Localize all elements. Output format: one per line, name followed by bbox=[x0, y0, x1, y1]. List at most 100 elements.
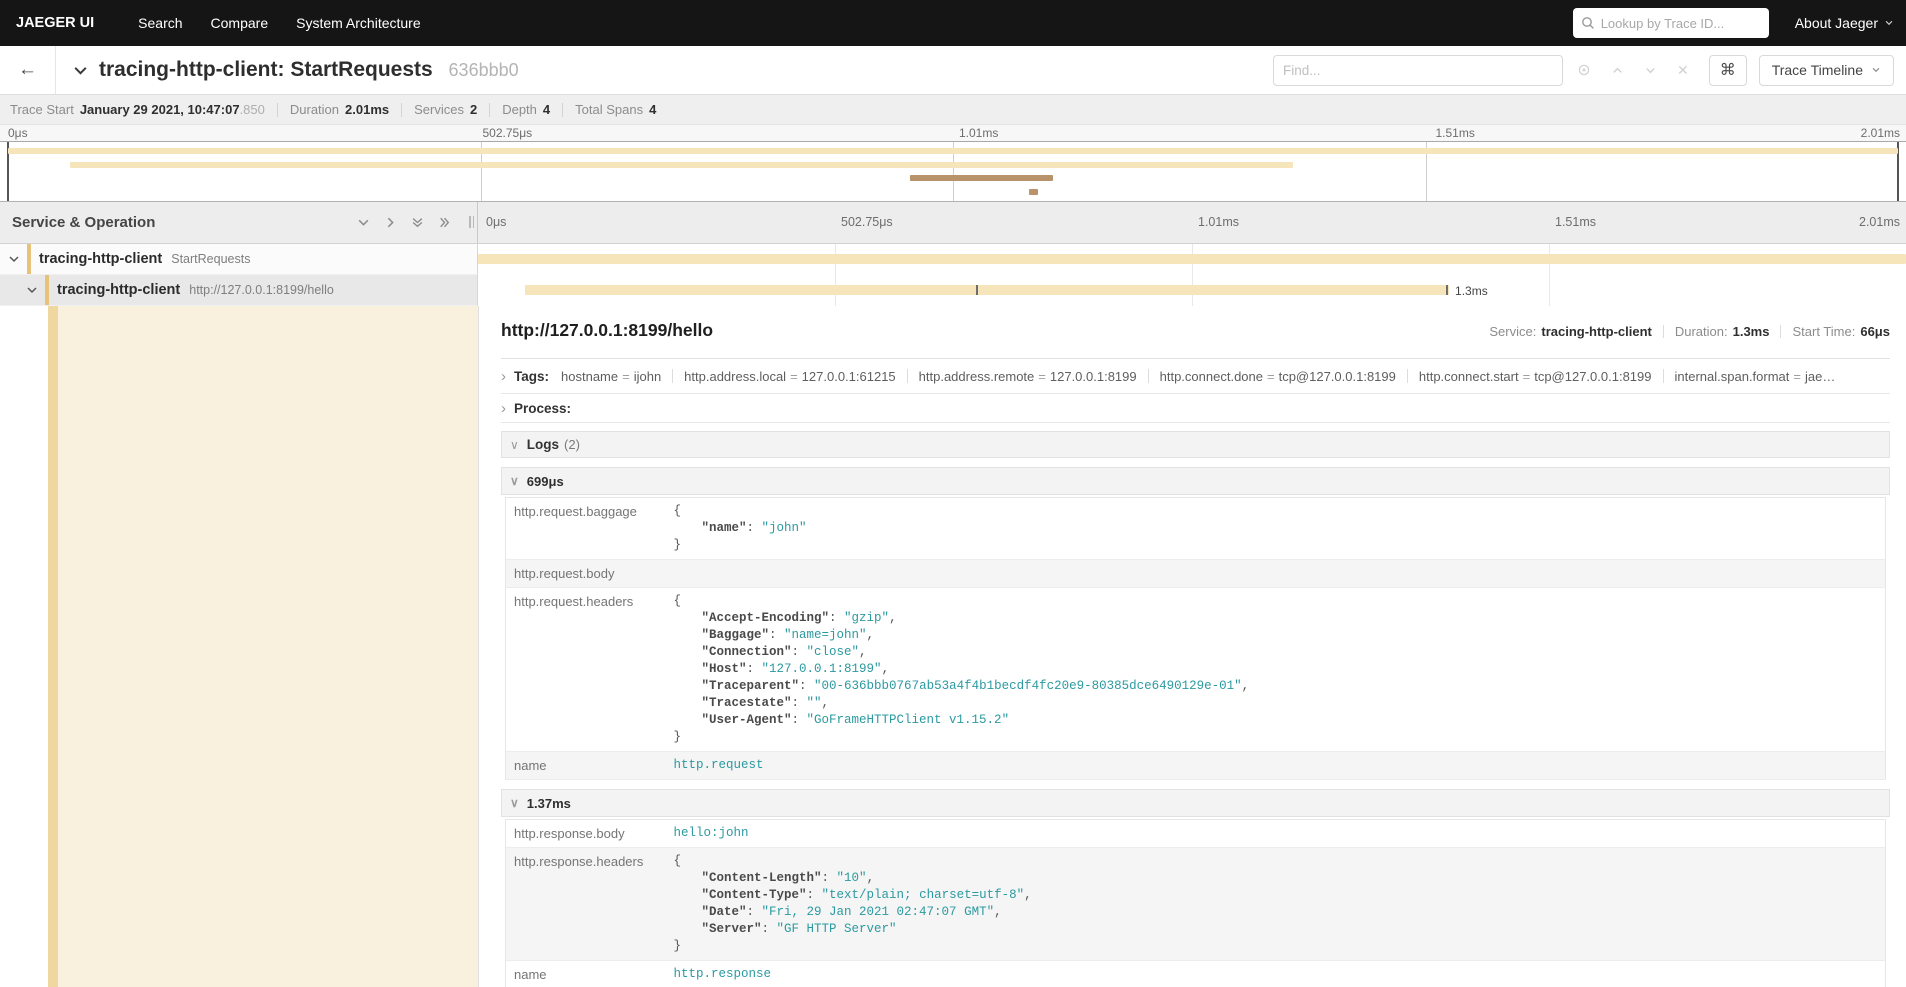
divider bbox=[1663, 369, 1664, 383]
find-input[interactable] bbox=[1283, 63, 1553, 78]
log-timestamp: 1.37ms bbox=[527, 796, 571, 811]
table-row: http.response.bodyhello:john bbox=[506, 820, 1886, 848]
divider bbox=[1407, 369, 1408, 383]
timeline-gridline bbox=[1549, 275, 1550, 306]
span-service-name: tracing-http-client bbox=[57, 282, 180, 298]
chevron-down-icon: ∨ bbox=[510, 439, 519, 451]
process-accordion[interactable]: › Process: bbox=[501, 394, 1890, 423]
meta-label: Duration: bbox=[1675, 324, 1728, 339]
span-duration-bar[interactable] bbox=[478, 254, 1906, 264]
tag-item: http.address.local=127.0.0.1:61215 bbox=[684, 369, 895, 384]
divider bbox=[401, 103, 402, 117]
chevron-down-icon[interactable] bbox=[8, 253, 20, 265]
trace-id-lookup-input[interactable] bbox=[1601, 16, 1761, 31]
trace-id-short: 636bbb0 bbox=[449, 60, 519, 80]
tag-item: http.connect.start=tcp@127.0.0.1:8199 bbox=[1419, 369, 1652, 384]
field-key: name bbox=[506, 752, 666, 780]
top-nav: JAEGER UI SearchCompareSystem Architectu… bbox=[0, 0, 1906, 46]
log-fields-table: http.request.baggage{"name": "john"}http… bbox=[505, 497, 1886, 780]
find-input-wrap bbox=[1273, 55, 1563, 86]
logs-accordion[interactable]: ∨ Logs (2) bbox=[501, 431, 1890, 458]
summary-label: Services bbox=[414, 102, 464, 117]
span-name-cell[interactable]: tracing-http-client StartRequests bbox=[0, 244, 478, 275]
about-jaeger-label: About Jaeger bbox=[1795, 15, 1878, 31]
about-jaeger-menu[interactable]: About Jaeger bbox=[1795, 15, 1894, 31]
clear-find-icon[interactable]: ✕ bbox=[1677, 62, 1689, 79]
field-value: {"Content-Length": "10","Content-Type": … bbox=[666, 848, 1886, 961]
minimap-canvas[interactable] bbox=[8, 142, 1898, 201]
keyboard-shortcuts-button[interactable]: ⌘ bbox=[1709, 55, 1747, 86]
span-operation-name: StartRequests bbox=[171, 252, 250, 266]
process-label: Process: bbox=[514, 401, 571, 416]
splitter-grip[interactable] bbox=[469, 216, 474, 228]
chevron-down-icon bbox=[1871, 65, 1881, 75]
back-button[interactable]: ← bbox=[0, 46, 56, 94]
log-timestamp-accordion[interactable]: ∨699μs bbox=[501, 467, 1890, 495]
next-match-icon[interactable] bbox=[1644, 64, 1657, 77]
summary-label: Total Spans bbox=[575, 102, 643, 117]
summary-value: 2.01ms bbox=[345, 102, 389, 117]
minimap-span-bar bbox=[910, 175, 1054, 181]
field-key: http.response.body bbox=[506, 820, 666, 848]
divider bbox=[489, 103, 490, 117]
span-detail-header: http://127.0.0.1:8199/hello Service:trac… bbox=[501, 320, 1890, 350]
span-duration-bar[interactable] bbox=[525, 285, 1449, 295]
prev-match-icon[interactable] bbox=[1611, 64, 1624, 77]
back-arrow-icon: ← bbox=[18, 59, 37, 81]
span-service-name: tracing-http-client bbox=[39, 251, 162, 267]
search-icon bbox=[1581, 16, 1595, 30]
log-timestamp: 699μs bbox=[527, 474, 564, 489]
summary-label: Duration bbox=[290, 102, 339, 117]
minimap-span-bar bbox=[70, 162, 1293, 168]
table-row: http.request.body bbox=[506, 560, 1886, 588]
nav-item-search[interactable]: Search bbox=[124, 15, 196, 31]
tick-label: 1.01ms bbox=[1198, 215, 1239, 229]
trace-id-lookup[interactable] bbox=[1573, 8, 1769, 38]
focus-match-icon[interactable] bbox=[1577, 63, 1591, 77]
log-timestamp-accordion[interactable]: ∨1.37ms bbox=[501, 789, 1890, 817]
field-value bbox=[666, 560, 1886, 588]
collapse-trace-header-button[interactable] bbox=[72, 62, 89, 79]
timeline-tick-labels: 0μs502.75μs1.01ms1.51ms2.01ms bbox=[478, 202, 1906, 243]
tag-list: hostname=ijohnhttp.address.local=127.0.0… bbox=[561, 369, 1835, 384]
span-log-marker[interactable] bbox=[976, 285, 978, 295]
divider bbox=[277, 103, 278, 117]
span-log-marker[interactable] bbox=[1446, 285, 1448, 295]
span-timeline-cell[interactable]: 1.3ms bbox=[478, 275, 1906, 306]
nav-item-system-architecture[interactable]: System Architecture bbox=[282, 15, 435, 31]
trace-view-selector[interactable]: Trace Timeline bbox=[1759, 55, 1894, 86]
find-tools: ✕ bbox=[1577, 62, 1689, 79]
meta-label: Service: bbox=[1489, 324, 1536, 339]
chevron-down-icon[interactable] bbox=[26, 284, 38, 296]
field-value: {"name": "john"} bbox=[666, 498, 1886, 560]
expand-all-icon[interactable] bbox=[438, 216, 451, 229]
tags-accordion[interactable]: › Tags: hostname=ijohnhttp.address.local… bbox=[501, 359, 1890, 394]
timeline-minimap[interactable] bbox=[0, 142, 1906, 202]
summary-value: 4 bbox=[649, 102, 656, 117]
span-rows: tracing-http-clientStartRequeststracing-… bbox=[0, 244, 1906, 306]
summary-value: January 29 2021, 10:47:07 bbox=[80, 102, 240, 117]
trace-title: tracing-http-client: StartRequests 636bb… bbox=[99, 58, 519, 82]
tag-item: internal.span.format=jae… bbox=[1675, 369, 1836, 384]
expand-one-icon[interactable] bbox=[384, 216, 397, 229]
service-operation-header: Service & Operation bbox=[0, 202, 478, 243]
nav-item-compare[interactable]: Compare bbox=[197, 15, 283, 31]
tick-label: 0μs bbox=[486, 215, 506, 229]
tick-label: 1.51ms bbox=[1436, 126, 1475, 140]
jaeger-logo[interactable]: JAEGER UI bbox=[16, 15, 94, 31]
summary-value: 4 bbox=[543, 102, 550, 117]
summary-value: 2 bbox=[470, 102, 477, 117]
span-name-cell[interactable]: tracing-http-clienthttp://127.0.0.1:8199… bbox=[0, 275, 478, 306]
span-timeline-cell[interactable] bbox=[478, 244, 1906, 275]
field-key: http.request.baggage bbox=[506, 498, 666, 560]
timeline-tick-header: 0μs502.75μs1.01ms1.51ms2.01ms bbox=[478, 202, 1906, 243]
trace-name: tracing-http-client: StartRequests bbox=[99, 58, 433, 81]
collapse-all-icon[interactable] bbox=[411, 216, 424, 229]
collapse-one-icon[interactable] bbox=[357, 216, 370, 229]
span-detail-accent bbox=[58, 306, 478, 987]
meta-value: 1.3ms bbox=[1733, 324, 1770, 339]
summary-label: Trace Start bbox=[10, 102, 74, 117]
span-color-swatch bbox=[27, 244, 31, 274]
field-key: http.request.body bbox=[506, 560, 666, 588]
span-meta: Service:tracing-http-clientDuration:1.3m… bbox=[1489, 324, 1890, 339]
